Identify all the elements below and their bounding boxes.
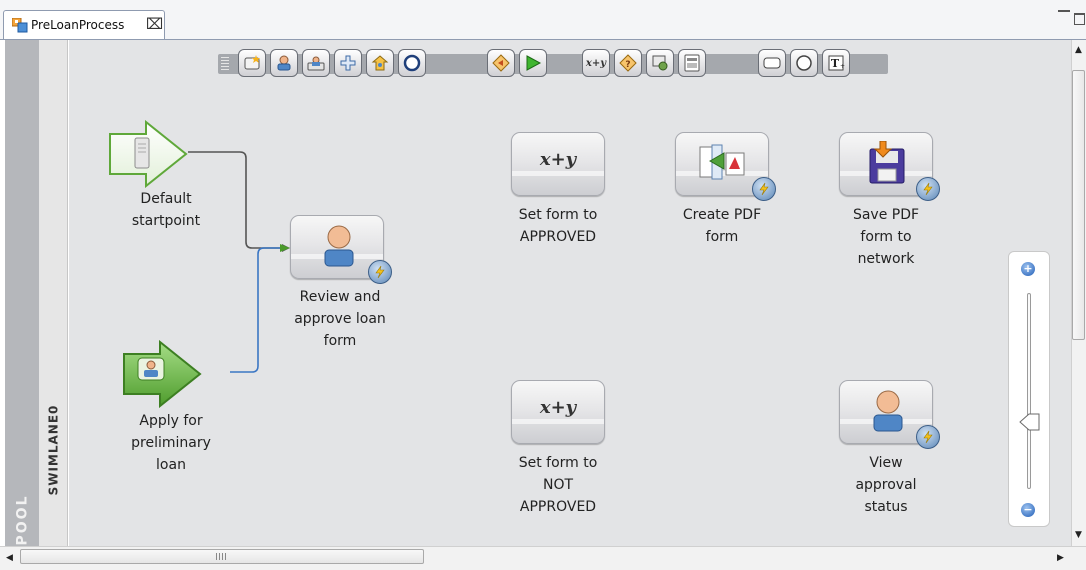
pool-header[interactable] (5, 40, 39, 546)
svg-text:?: ? (625, 60, 630, 70)
lane-icon[interactable] (758, 49, 786, 77)
user-icon (873, 390, 903, 432)
set-approved-label: Set form to APPROVED (518, 207, 598, 245)
form-icon[interactable] (678, 49, 706, 77)
save-disk-icon (869, 141, 905, 184)
event-icon[interactable] (398, 49, 426, 77)
tab-preloanprocess[interactable]: PreLoanProcess ⌧ (3, 10, 165, 40)
text-annotation-icon[interactable]: T + (822, 49, 850, 77)
service-icon[interactable] (646, 49, 674, 77)
apply-startpoint-node[interactable] (122, 340, 204, 408)
svg-text:+: + (840, 63, 845, 70)
swimlane-label: SWIMLANE0 (39, 380, 68, 520)
user-task-icon[interactable] (270, 49, 298, 77)
add-icon[interactable] (334, 49, 362, 77)
end-event-icon[interactable] (790, 49, 818, 77)
vertical-scroll-thumb[interactable] (1072, 70, 1085, 340)
decision-icon[interactable]: ? (614, 49, 642, 77)
pool-label-text: POOL (14, 494, 31, 546)
apply-startpoint-label: Apply for preliminary loan (131, 413, 211, 473)
automation-bolt-icon (368, 260, 392, 284)
tab-label: PreLoanProcess (31, 18, 125, 32)
maximize-icon[interactable] (1074, 13, 1085, 25)
set-value-text: x+y (585, 57, 607, 69)
process-editor-window: PreLoanProcess ⌧ POOL SWIMLANE0 x+y ? T … (0, 0, 1086, 570)
create-pdf-icon (699, 144, 745, 180)
tile-highlight (512, 171, 604, 176)
go-icon[interactable] (519, 49, 547, 77)
tile-highlight (512, 419, 604, 424)
scroll-up-icon[interactable]: ▲ (1075, 45, 1082, 55)
automation-bolt-icon (916, 425, 940, 449)
zoom-slider-thumb-icon[interactable] (1019, 412, 1041, 432)
editor-tab-bar: PreLoanProcess ⌧ (0, 0, 1086, 40)
create-pdf-label: Create PDF form (682, 207, 762, 245)
toolbar-grip[interactable] (221, 57, 229, 71)
default-startpoint-label: Default startpoint (131, 191, 201, 229)
set-value-symbol: x+y (539, 149, 577, 170)
default-startpoint-node[interactable] (108, 120, 190, 188)
automation-bolt-icon (752, 177, 776, 201)
set-approved-node[interactable]: x+y (511, 132, 605, 196)
user-icon (324, 225, 354, 267)
zoom-in-icon[interactable]: + (1021, 262, 1035, 276)
minimize-icon[interactable] (1058, 10, 1070, 13)
close-tab-icon[interactable]: ⌧ (146, 15, 163, 33)
gateway-icon[interactable] (487, 49, 515, 77)
scroll-left-icon[interactable]: ◀ (6, 553, 13, 563)
set-not-approved-node[interactable]: x+y (511, 380, 605, 444)
start-point-icon[interactable] (366, 49, 394, 77)
review-approve-label: Review and approve loan form (294, 289, 386, 349)
swimlane-label-text: SWIMLANE0 (46, 404, 61, 496)
subprocess-icon[interactable] (302, 49, 330, 77)
scroll-right-icon[interactable]: ▶ (1057, 553, 1064, 563)
save-pdf-label: Save PDF form to network (852, 207, 920, 267)
zoom-out-icon[interactable]: − (1021, 503, 1035, 517)
set-value-icon[interactable]: x+y (582, 49, 610, 77)
scroll-down-icon[interactable]: ▼ (1075, 530, 1082, 540)
set-value-symbol: x+y (539, 397, 577, 418)
svg-text:T: T (831, 57, 840, 70)
set-not-approved-label: Set form to NOT APPROVED (518, 455, 598, 515)
process-file-icon (12, 18, 28, 33)
automation-bolt-icon (916, 177, 940, 201)
scroll-grip (216, 553, 226, 560)
view-status-label: View approval status (855, 455, 917, 515)
new-activity-icon[interactable] (238, 49, 266, 77)
zoom-slider-track[interactable] (1027, 293, 1031, 489)
